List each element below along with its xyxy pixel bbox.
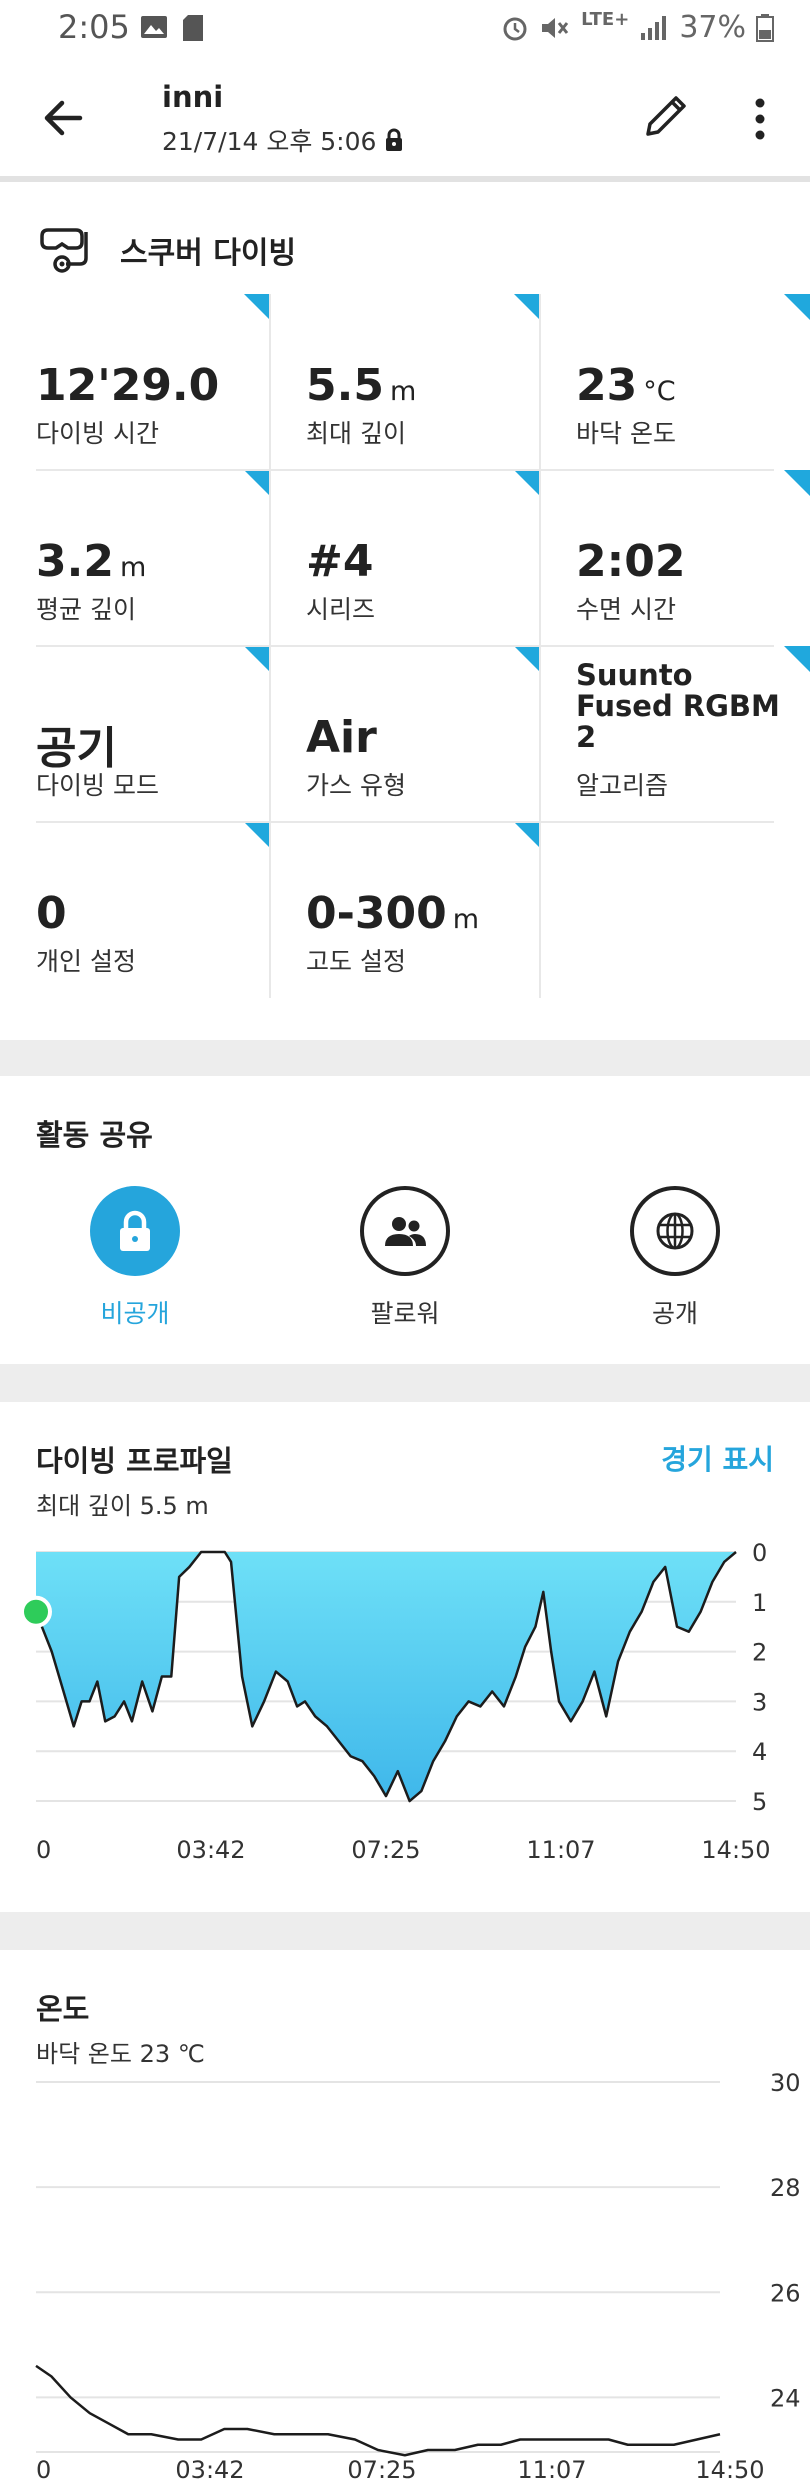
profile-y-tick: 0 — [752, 1539, 767, 1567]
datetime-text: 21/7/14 오후 5:06 — [162, 127, 377, 156]
profile-x-tick: 11:07 — [526, 1836, 595, 1864]
globe-icon — [656, 1212, 694, 1250]
temperature-card: 온도 바닥 온도 23 ℃ 30 28 26 24 0 03:42 07:25 11:07 14… — [0, 1950, 810, 2491]
lock-icon — [120, 1210, 150, 1251]
activity-datetime: 21/7/14 오후 5:06 — [162, 122, 404, 158]
share-option-private[interactable]: 비공개 — [50, 1186, 220, 1336]
profile-subtitle: 최대 깊이 5.5 m — [36, 1492, 209, 1520]
dive-start-marker — [20, 1595, 52, 1628]
stat-max-depth[interactable]: 5.5 m 최대 깊이 — [270, 294, 540, 470]
stat-personal-setting[interactable]: 0 개인 설정 — [0, 822, 270, 998]
mute-icon — [542, 17, 569, 38]
profile-title: 다이빙 프로파일 — [36, 1444, 233, 1478]
activity-type-title: 스쿠버 다이빙 — [120, 236, 297, 271]
stat-bottom-temp[interactable]: 23 °C 바닥 온도 — [540, 294, 810, 470]
alarm-icon — [503, 17, 527, 40]
profile-y-tick: 1 — [752, 1589, 767, 1617]
activity-type-header: 스쿠버 다이빙 — [36, 222, 296, 278]
activity-sharing-card: 활동 공유 비공개 팔로워 공개 — [0, 1076, 810, 1364]
temperature-y-tick: 28 — [770, 2174, 801, 2202]
stat-dive-mode[interactable]: 공기 다이빙 모드 — [0, 646, 270, 822]
temperature-x-tick: 11:07 — [517, 2456, 586, 2480]
temperature-y-tick: 26 — [770, 2279, 801, 2307]
stat-gas-type[interactable]: Air 가스 유형 — [270, 646, 540, 822]
scuba-mask-icon — [40, 228, 88, 273]
stat-avg-depth[interactable]: 3.2 m 평균 깊이 — [0, 470, 270, 646]
dive-profile-chart[interactable]: 0 1 2 3 4 5 0 03:42 07:25 11:07 14:50 — [0, 1532, 810, 1902]
sharing-title: 활동 공유 — [36, 1118, 153, 1152]
profile-y-tick: 3 — [752, 1688, 767, 1716]
temperature-x-tick: 07:25 — [347, 2456, 416, 2480]
profile-x-tick: 14:50 — [701, 1836, 770, 1864]
network-type: LTE+ — [581, 9, 630, 30]
share-label-private: 비공개 — [100, 1299, 170, 1328]
show-race-link[interactable]: 경기 표시 — [661, 1438, 774, 1478]
battery-icon — [756, 13, 774, 42]
followers-icon — [385, 1217, 426, 1246]
share-option-followers[interactable]: 팔로워 — [320, 1186, 490, 1336]
temperature-y-tick: 24 — [770, 2384, 801, 2412]
dive-profile-card: 다이빙 프로파일 경기 표시 최대 깊이 5.5 m 0 1 2 3 4 5 0 03:42 0… — [0, 1402, 810, 1912]
status-time: 2:05 — [58, 8, 130, 46]
gallery-icon — [141, 16, 167, 38]
profile-y-tick: 5 — [752, 1788, 767, 1816]
stat-altitude-setting[interactable]: 0-300 m 고도 설정 — [270, 822, 540, 998]
edit-pencil-icon[interactable] — [638, 86, 696, 144]
app-bar: inni 21/7/14 오후 5:06 — [0, 58, 810, 182]
back-arrow-icon[interactable] — [36, 90, 92, 146]
lock-icon — [386, 128, 403, 151]
profile-x-tick: 03:42 — [176, 1836, 245, 1864]
share-option-public[interactable]: 공개 — [590, 1186, 760, 1336]
share-label-followers: 팔로워 — [370, 1299, 440, 1328]
temperature-y-tick: 30 — [770, 2069, 801, 2097]
depth-area — [36, 1552, 736, 1802]
page-title: inni — [162, 80, 224, 114]
stat-surface-time[interactable]: 2:02 수면 시간 — [540, 470, 810, 646]
profile-y-tick: 4 — [752, 1738, 767, 1766]
signal-icon — [641, 15, 667, 40]
activity-summary-card: 스쿠버 다이빙 12'29.0 다이빙 시간 5.5 m 최대 깊이 23 °C 바닥 온… — [0, 182, 810, 1040]
temperature-x-tick: 03:42 — [175, 2456, 244, 2480]
temperature-x-tick: 14:50 — [695, 2456, 764, 2480]
stat-dive-time[interactable]: 12'29.0 다이빙 시간 — [0, 294, 270, 470]
temperature-chart[interactable]: 30 28 26 24 0 03:42 07:25 11:07 14:50 — [0, 2060, 810, 2480]
battery-percent: 37% — [679, 10, 746, 45]
stat-series[interactable]: #4 시리즈 — [270, 470, 540, 646]
sd-card-icon — [183, 15, 203, 41]
profile-y-tick: 2 — [752, 1639, 767, 1667]
temperature-line — [35, 2364, 721, 2457]
public-button[interactable] — [630, 1186, 720, 1276]
share-label-public: 공개 — [651, 1299, 698, 1328]
profile-x-tick: 07:25 — [351, 1836, 420, 1864]
more-options-icon[interactable] — [740, 94, 780, 144]
followers-button[interactable] — [360, 1186, 450, 1276]
stat-algorithm[interactable]: Suunto Fused RGBM 2 알고리즘 — [540, 646, 810, 822]
private-button[interactable] — [90, 1186, 180, 1276]
status-bar: 2:05 LTE+ 37% — [0, 0, 810, 58]
profile-x-tick: 0 — [36, 1836, 51, 1864]
temperature-x-tick: 0 — [36, 2456, 51, 2480]
temperature-title: 온도 — [36, 1992, 90, 2026]
